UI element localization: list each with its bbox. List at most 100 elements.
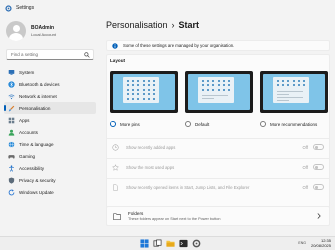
pinned-app-dot <box>153 97 155 100</box>
sidebar-item-label: Network & internet <box>19 93 57 99</box>
sidebar-item-system[interactable]: System <box>4 66 96 78</box>
recommended-item <box>277 99 289 101</box>
profile-text: BOAdmin Local Account <box>31 25 56 37</box>
pinned-app-dot <box>222 88 225 91</box>
info-icon <box>112 42 118 49</box>
chevron-right-icon <box>317 213 321 219</box>
sidebar-item-accessibility[interactable]: Accessibility <box>4 162 96 174</box>
pinned-app-dot <box>202 84 204 87</box>
update-icon <box>8 189 15 195</box>
pinned-app-dot <box>207 88 210 91</box>
toggle-switch[interactable] <box>313 144 324 150</box>
setting-label: Show the most used apps <box>126 164 175 170</box>
brush-icon <box>8 105 15 111</box>
sidebar-item-label: Privacy & security <box>19 177 56 183</box>
layout-preview-default[interactable] <box>185 71 253 113</box>
windows-start-icon[interactable] <box>140 239 149 248</box>
sidebar-item-label: Time & language <box>19 141 54 147</box>
radio-label: More pins <box>120 121 140 127</box>
pinned-app-dot <box>217 80 220 82</box>
sidebar-item-privacy[interactable]: Privacy & security <box>4 174 96 186</box>
radio-more-recommendations[interactable]: More recommendations <box>260 121 317 127</box>
pinned-app-dot <box>217 88 220 91</box>
pinned-app-dot <box>277 80 279 82</box>
pinned-app-dot <box>287 84 290 87</box>
radio-button[interactable] <box>110 121 116 127</box>
sidebar-item-personalisation[interactable]: Personalisation <box>4 102 96 114</box>
layout-preview-more-recommendations[interactable] <box>260 71 328 113</box>
folders-title: Folders <box>128 211 144 216</box>
clock[interactable]: 12:35 20/08/2025 <box>311 238 331 248</box>
banner-text: Some of these settings are managed by yo… <box>123 43 235 48</box>
sidebar-item-windows-update[interactable]: Windows Update <box>4 186 96 198</box>
recommended-item <box>277 90 303 92</box>
radio-button[interactable] <box>185 121 191 127</box>
sidebar-item-label: Gaming <box>19 153 36 159</box>
main-content: Personalisation › Start Some of these se… <box>98 16 335 236</box>
language-indicator[interactable]: ENG <box>298 241 306 245</box>
breadcrumb-parent[interactable]: Personalisation <box>106 20 168 30</box>
apps-icon <box>8 117 15 123</box>
setting-label: Show recently added apps <box>126 144 176 150</box>
sidebar-item-accounts[interactable]: Accounts <box>4 126 96 138</box>
pinned-app-dot <box>127 97 129 100</box>
setting-label: Show recently opened items in Start, Jum… <box>126 184 250 190</box>
pinned-app-dot <box>202 88 204 91</box>
wifi-icon <box>8 94 15 99</box>
toggle-switch[interactable] <box>313 184 324 190</box>
taskbar-apps <box>140 239 201 248</box>
toggle-switch[interactable] <box>313 164 324 170</box>
pinned-app-dot <box>127 88 129 91</box>
sidebar-item-label: Accessibility <box>19 165 45 171</box>
pinned-app-dot <box>137 97 140 100</box>
clock-icon <box>112 143 119 151</box>
pinned-app-dot <box>153 80 155 82</box>
layout-preview-more-pins[interactable] <box>110 71 178 113</box>
pinned-app-dot <box>147 80 150 82</box>
task-view-icon[interactable] <box>153 239 162 248</box>
pinned-app-dot <box>132 97 135 100</box>
pinned-app-dot <box>222 80 225 82</box>
avatar <box>6 21 26 41</box>
file-explorer-icon[interactable] <box>166 239 175 248</box>
folders-text: Folders These folders appear on Start ne… <box>128 211 317 221</box>
sidebar-item-network[interactable]: Network & internet <box>4 90 96 102</box>
pinned-app-dot <box>202 80 204 82</box>
search-placeholder: Find a setting <box>11 52 39 57</box>
pinned-app-dot <box>282 84 285 87</box>
settings-taskbar-icon[interactable] <box>192 239 201 248</box>
start-menu-preview <box>273 77 309 103</box>
pinned-app-dot <box>153 88 155 91</box>
file-icon <box>113 183 118 191</box>
user-profile[interactable]: BOAdmin Local Account <box>6 18 96 44</box>
toggle-state: Off <box>302 184 308 190</box>
pinned-app-dot <box>228 84 230 87</box>
globe-icon <box>8 141 15 147</box>
pinned-app-dot <box>147 93 150 96</box>
pinned-app-dot <box>132 88 135 91</box>
settings-app-icon <box>5 4 12 12</box>
system-tray[interactable]: ENG 12:35 20/08/2025 <box>298 238 331 248</box>
sidebar-item-gaming[interactable]: Gaming <box>4 150 96 162</box>
pinned-app-dot <box>303 80 305 82</box>
breadcrumb: Personalisation › Start <box>106 18 199 32</box>
sidebar: BOAdmin Local Account Find a setting Sys… <box>0 16 98 236</box>
sidebar-item-apps[interactable]: Apps <box>4 114 96 126</box>
radio-more-pins[interactable]: More pins <box>110 121 140 127</box>
accessibility-icon <box>9 164 14 172</box>
sidebar-nav: System Bluetooth & devices Network & int… <box>4 66 96 198</box>
pinned-app-dot <box>137 93 140 96</box>
radio-default[interactable]: Default <box>185 121 209 127</box>
folders-setting[interactable]: Folders These folders appear on Start ne… <box>106 206 330 226</box>
sidebar-item-bluetooth[interactable]: Bluetooth & devices <box>4 78 96 90</box>
search-input[interactable]: Find a setting <box>6 49 94 60</box>
start-menu-preview <box>123 77 159 103</box>
pinned-app-dot <box>132 80 135 82</box>
radio-button[interactable] <box>260 121 266 127</box>
terminal-icon[interactable] <box>179 239 188 248</box>
pinned-app-dot <box>132 93 135 96</box>
recommended-item <box>202 95 228 97</box>
pinned-app-dot <box>228 88 230 91</box>
sidebar-item-time-language[interactable]: Time & language <box>4 138 96 150</box>
pinned-app-dot <box>147 97 150 100</box>
